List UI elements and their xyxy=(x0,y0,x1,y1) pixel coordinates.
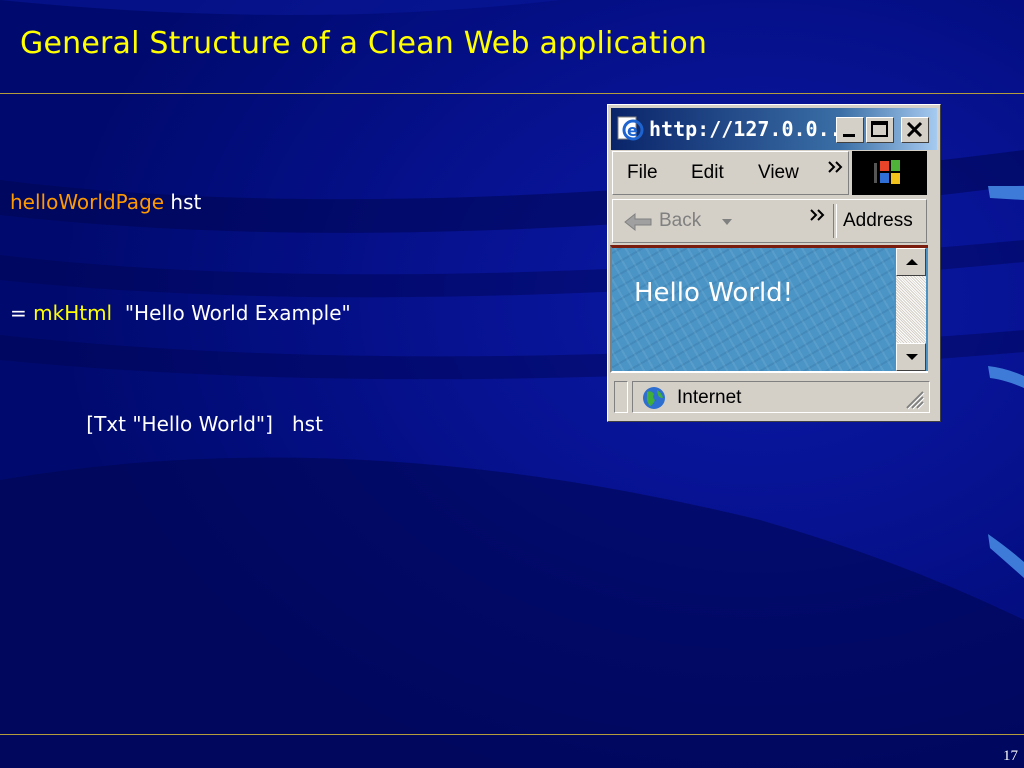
toolbar-overflow-chevron-icon[interactable] xyxy=(809,208,829,222)
maximize-icon xyxy=(871,121,888,137)
back-arrow-icon[interactable] xyxy=(623,211,657,233)
back-dropdown-icon[interactable] xyxy=(721,218,733,226)
close-icon xyxy=(906,121,923,138)
status-pane-progress xyxy=(614,381,628,413)
menu-file[interactable]: File xyxy=(627,162,658,184)
internet-globe-icon xyxy=(643,387,665,409)
address-label[interactable]: Address xyxy=(843,210,913,232)
code-line-2-prefix: = xyxy=(10,301,34,325)
windows-logo-throbber xyxy=(852,151,927,195)
resize-grip-icon[interactable] xyxy=(903,388,925,410)
minimize-button[interactable] xyxy=(836,117,864,143)
vertical-scrollbar[interactable] xyxy=(896,248,926,371)
menu-view[interactable]: View xyxy=(758,162,799,184)
browser-window: e http://127.0.0... File Edit View Back … xyxy=(607,104,941,422)
code-line-1-rest: hst xyxy=(164,190,202,214)
maximize-button[interactable] xyxy=(866,117,894,143)
menu-edit[interactable]: Edit xyxy=(691,162,724,184)
status-bar: Internet xyxy=(610,377,936,417)
close-button[interactable] xyxy=(901,117,929,143)
toolbar: Back Address xyxy=(612,199,927,243)
svg-text:e: e xyxy=(627,121,638,140)
slide-title: General Structure of a Clean Web applica… xyxy=(20,26,708,61)
slide-page-number: 17 xyxy=(1003,748,1018,764)
scroll-up-button[interactable] xyxy=(896,248,926,276)
browser-title: http://127.0.0... xyxy=(649,117,854,141)
scroll-up-icon xyxy=(906,259,918,265)
code-block: helloWorldPage hst = mkHtml "Hello World… xyxy=(10,110,351,480)
page-hello-text: Hello World! xyxy=(634,278,794,308)
minimize-icon xyxy=(843,134,855,137)
mkhtml-keyword: mkHtml xyxy=(33,301,113,325)
ie-page-icon: e xyxy=(617,116,644,141)
back-button[interactable]: Back xyxy=(659,210,701,232)
code-line-2: = mkHtml "Hello World Example" xyxy=(10,295,351,332)
menu-overflow-chevron-icon[interactable] xyxy=(827,160,847,174)
function-name: helloWorldPage xyxy=(10,190,165,214)
title-divider xyxy=(0,93,1024,94)
footer-divider xyxy=(0,734,1024,735)
page-viewport: Hello World! xyxy=(610,245,928,373)
browser-titlebar[interactable]: e http://127.0.0... xyxy=(611,108,937,150)
scroll-down-button[interactable] xyxy=(896,343,926,371)
toolbar-separator xyxy=(833,204,837,238)
windows-logo-icon xyxy=(874,160,900,184)
status-pane-zone: Internet xyxy=(632,381,930,413)
code-line-1: helloWorldPage hst xyxy=(10,184,351,221)
page-content[interactable]: Hello World! xyxy=(612,248,894,371)
menu-bar: File Edit View xyxy=(612,151,849,195)
scroll-down-icon xyxy=(906,354,918,360)
status-zone-label: Internet xyxy=(677,387,742,408)
code-line-2-rest: "Hello World Example" xyxy=(112,301,351,325)
code-line-3: [Txt "Hello World"] hst xyxy=(10,412,323,436)
